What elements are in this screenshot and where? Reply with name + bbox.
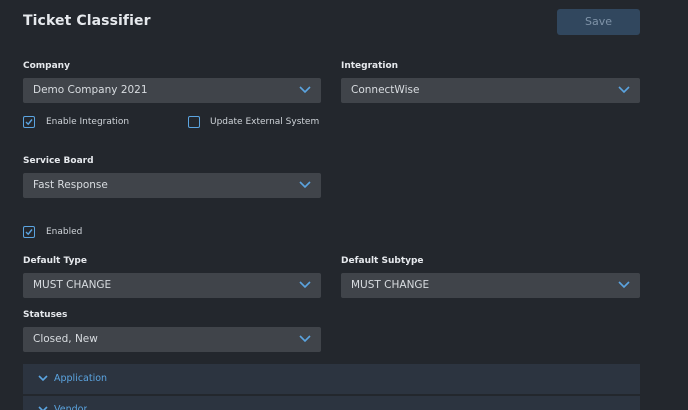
chevron-down-icon — [618, 86, 630, 94]
ticket-classifier-page: Ticket Classifier Save Company Demo Comp… — [0, 0, 688, 410]
update-external-system-label: Update External System — [210, 117, 320, 127]
service-board-select-value: Fast Response — [33, 179, 108, 191]
chevron-down-icon — [299, 281, 311, 289]
enabled-label: Enabled — [46, 227, 83, 237]
enable-integration-checkbox[interactable] — [23, 116, 35, 128]
company-label: Company — [23, 61, 70, 71]
integration-select[interactable]: ConnectWise — [341, 78, 640, 103]
chevron-down-icon — [299, 181, 311, 189]
checkmark-icon — [25, 229, 33, 236]
service-board-select[interactable]: Fast Response — [23, 173, 321, 198]
vendor-section-header[interactable]: Vendor — [54, 404, 87, 410]
chevron-down-icon[interactable] — [38, 406, 48, 410]
company-select-value: Demo Company 2021 — [33, 84, 148, 96]
default-subtype-label: Default Subtype — [341, 256, 424, 266]
default-type-select[interactable]: MUST CHANGE — [23, 273, 321, 298]
service-board-label: Service Board — [23, 156, 94, 166]
application-section — [23, 364, 640, 394]
statuses-label: Statuses — [23, 310, 68, 320]
default-subtype-select[interactable]: MUST CHANGE — [341, 273, 640, 298]
vendor-section — [23, 396, 640, 410]
integration-label: Integration — [341, 61, 399, 71]
page-title: Ticket Classifier — [23, 13, 151, 29]
default-type-select-value: MUST CHANGE — [33, 279, 112, 291]
default-subtype-select-value: MUST CHANGE — [351, 279, 430, 291]
enabled-checkbox[interactable] — [23, 226, 35, 238]
update-external-system-checkbox[interactable] — [188, 116, 200, 128]
chevron-down-icon — [299, 86, 311, 94]
chevron-down-icon[interactable] — [38, 375, 48, 382]
enable-integration-label: Enable Integration — [46, 117, 130, 127]
chevron-down-icon — [299, 335, 311, 343]
chevron-down-icon — [618, 281, 630, 289]
company-select[interactable]: Demo Company 2021 — [23, 78, 321, 103]
statuses-select-value: Closed, New — [33, 333, 98, 345]
integration-select-value: ConnectWise — [351, 84, 420, 96]
save-button[interactable]: Save — [557, 9, 640, 35]
statuses-select[interactable]: Closed, New — [23, 327, 321, 352]
application-section-header[interactable]: Application — [54, 373, 107, 384]
default-type-label: Default Type — [23, 256, 87, 266]
checkmark-icon — [25, 119, 33, 126]
